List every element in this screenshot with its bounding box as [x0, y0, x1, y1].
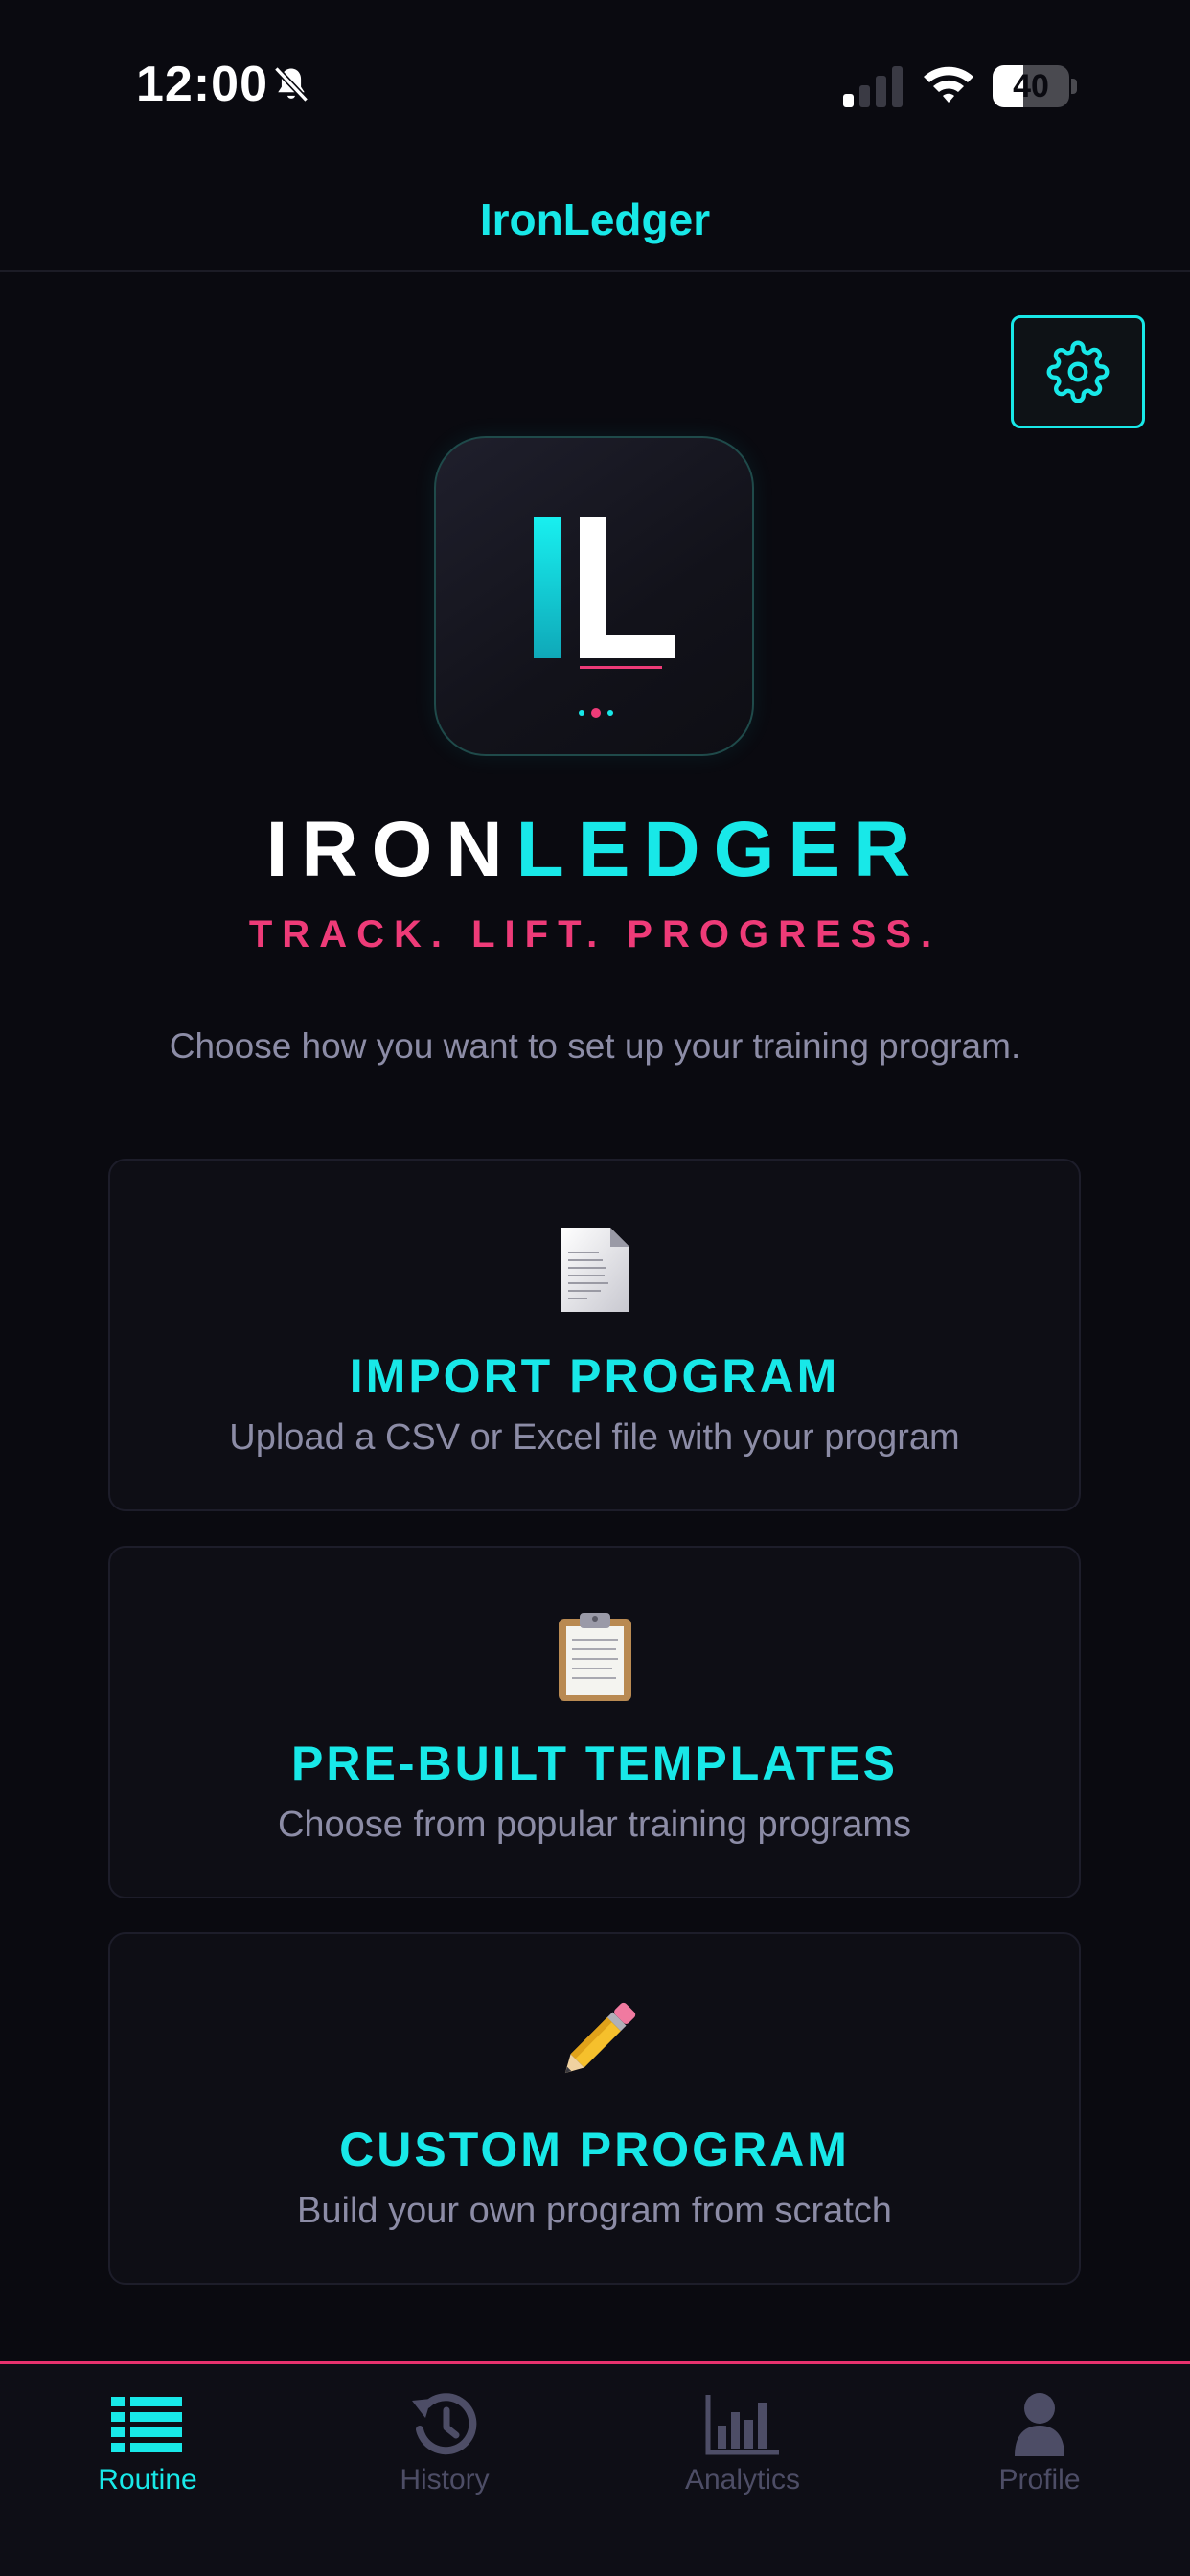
tab-label: History: [400, 2464, 490, 2496]
tab-label: Profile: [998, 2464, 1081, 2496]
battery-level: 40: [1013, 68, 1049, 104]
app-logo: [434, 436, 754, 756]
brand-wordmark: IRONLEDGER: [0, 805, 1190, 895]
import-program-card[interactable]: IMPORT PROGRAM Upload a CSV or Excel fil…: [108, 1159, 1081, 1511]
card-subtitle: Choose from popular training programs: [277, 1805, 912, 1845]
tagline: TRACK. LIFT. PROGRESS.: [248, 913, 942, 955]
tab-profile[interactable]: Profile: [934, 2364, 1145, 2508]
settings-button[interactable]: [1011, 315, 1145, 428]
history-icon: [412, 2393, 477, 2455]
tab-analytics[interactable]: Analytics: [637, 2364, 848, 2508]
battery-icon: 40: [993, 65, 1077, 107]
page-title: IronLedger: [479, 195, 711, 244]
brand-ledger: LEDGER: [515, 806, 925, 893]
status-time: 12:00: [136, 57, 268, 112]
user-icon: [1015, 2393, 1064, 2456]
cellular-signal-icon: [843, 66, 903, 107]
card-title: PRE-BUILT TEMPLATES: [291, 1736, 898, 1790]
clipboard-icon: [558, 1613, 631, 1701]
list-icon: [111, 2397, 182, 2452]
tab-routine[interactable]: Routine: [42, 2364, 253, 2508]
intro-text: Choose how you want to set up your train…: [169, 1026, 1021, 1066]
card-title: CUSTOM PROGRAM: [339, 2123, 850, 2176]
document-icon: [560, 1228, 629, 1312]
custom-program-card[interactable]: CUSTOM PROGRAM Build your own program fr…: [108, 1932, 1081, 2285]
pencil-icon: [564, 2002, 635, 2074]
status-bar: 12:00 40: [0, 0, 1190, 172]
pre-built-templates-card[interactable]: PRE-BUILT TEMPLATES Choose from popular …: [108, 1546, 1081, 1898]
tab-label: Routine: [98, 2464, 197, 2496]
tab-history[interactable]: History: [339, 2364, 550, 2508]
nav-header: IronLedger: [0, 172, 1190, 272]
brand-iron: IRON: [265, 806, 516, 893]
gear-icon: [1046, 340, 1110, 403]
tab-bar: Routine History Analytics Profile: [0, 2361, 1190, 2576]
card-subtitle: Upload a CSV or Excel file with your pro…: [229, 1417, 960, 1458]
tab-label: Analytics: [684, 2464, 801, 2496]
bell-slash-icon: [274, 66, 309, 103]
wifi-icon: [924, 66, 973, 103]
card-title: IMPORT PROGRAM: [349, 1349, 840, 1403]
card-subtitle: Build your own program from scratch: [297, 2191, 892, 2231]
bar-chart-icon: [705, 2395, 779, 2455]
